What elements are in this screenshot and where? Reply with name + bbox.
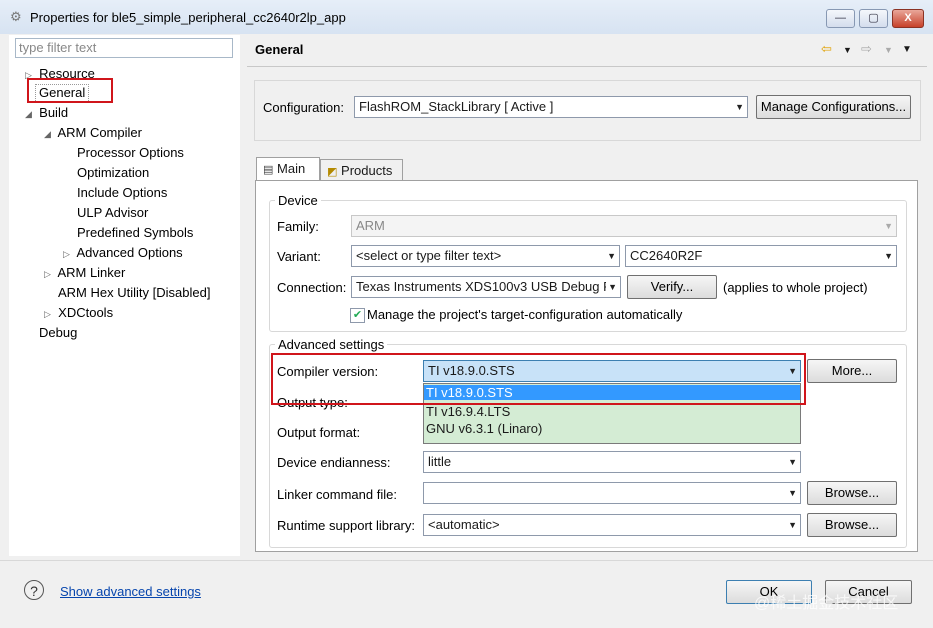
chevron-down-icon: ▼ [884,221,893,231]
endianness-label: Device endianness: [277,455,391,470]
runtime-library-value: <automatic> [428,517,500,532]
family-combo: ARM ▼ [351,215,897,237]
back-menu-icon[interactable]: ▼ [843,45,852,55]
tab-products[interactable]: ◩ Products [320,159,403,181]
tree-item-include-options[interactable]: Include Options [77,185,167,200]
endianness-combo[interactable]: little ▼ [423,451,801,473]
expand-arrow-icon[interactable]: ▷ [44,269,51,279]
configuration-label: Configuration: [263,100,344,115]
tree-item-build[interactable]: ◢ Build [25,105,68,120]
tree-item-debug[interactable]: Debug [39,325,77,340]
tree-label: ARM Linker [57,265,126,280]
tree-item-processor-options[interactable]: Processor Options [77,145,184,160]
tab-label: Products [341,163,393,178]
chevron-down-icon: ▼ [606,277,617,297]
configuration-combo[interactable]: FlashROM_StackLibrary [ Active ] ▼ [354,96,748,118]
manage-target-label: Manage the project's target-configuratio… [367,307,683,322]
help-icon[interactable]: ? [24,580,44,600]
configuration-value: FlashROM_StackLibrary [ Active ] [359,99,554,114]
chevron-down-icon: ▼ [735,102,744,112]
tree-label: Advanced Options [76,245,183,260]
expand-arrow-icon[interactable]: ▷ [63,249,70,259]
dropdown-option[interactable]: GNU v6.3.1 (Linaro) [426,421,542,436]
forward-menu-icon[interactable]: ▼ [884,45,893,55]
linker-command-label: Linker command file: [277,487,397,502]
endianness-value: little [428,454,452,469]
manage-target-checkbox[interactable]: ✔ [350,308,365,323]
minimize-button[interactable]: — [826,9,855,28]
close-button[interactable]: X [892,9,924,28]
app-icon: ⚙ [10,9,22,24]
show-advanced-settings-link[interactable]: Show advanced settings [60,584,201,599]
runtime-library-combo[interactable]: <automatic> ▼ [423,514,801,536]
family-value: ARM [356,218,385,233]
manage-configurations-button[interactable]: Manage Configurations... [756,95,911,119]
device-group-label: Device [275,193,321,208]
tree-item-ulp-advisor[interactable]: ULP Advisor [77,205,148,220]
verify-button[interactable]: Verify... [627,275,717,299]
browse-linker-button[interactable]: Browse... [807,481,897,505]
maximize-button[interactable]: ▢ [859,9,888,28]
connection-combo[interactable]: Texas Instruments XDS100v3 USB Debug P ▼ [351,276,621,298]
tree-item-xdctools[interactable]: ▷ XDCtools [44,305,113,320]
variant-value: CC2640R2F [630,248,703,263]
variant-filter-combo[interactable]: <select or type filter text> ▼ [351,245,620,267]
variant-combo[interactable]: CC2640R2F ▼ [625,245,897,267]
chevron-down-icon: ▼ [788,488,797,498]
connection-label: Connection: [277,280,347,295]
window-title: Properties for ble5_simple_peripheral_cc… [30,10,346,25]
tree-item-optimization[interactable]: Optimization [77,165,149,180]
tree-label: XDCtools [58,305,114,320]
back-arrow-icon[interactable]: ⇦ [821,41,832,57]
linker-command-combo[interactable]: ▼ [423,482,801,504]
variant-label: Variant: [277,249,321,264]
expand-arrow-icon[interactable]: ▷ [44,309,51,319]
applies-note: (applies to whole project) [723,280,868,295]
dropdown-option[interactable]: TI v16.9.4.LTS [426,404,510,419]
header-divider [247,66,927,67]
filter-input[interactable]: type filter text [15,38,233,58]
tree-item-arm-hex-utility[interactable]: ARM Hex Utility [Disabled] [58,285,210,300]
forward-arrow-icon[interactable]: ⇨ [861,41,872,57]
tree-item-arm-compiler[interactable]: ◢ ARM Compiler [44,125,142,140]
chevron-down-icon: ▼ [884,251,893,261]
chevron-down-icon: ▼ [788,520,797,530]
more-button[interactable]: More... [807,359,897,383]
highlight-box-general [27,78,113,103]
page-title: General [255,42,304,57]
chevron-down-icon: ▼ [788,457,797,467]
runtime-library-label: Runtime support library: [277,518,415,533]
tab-label: Main [277,161,306,176]
highlight-box-compiler [271,353,806,405]
chevron-down-icon: ▼ [607,251,616,261]
collapse-arrow-icon[interactable]: ◢ [44,129,51,139]
main-tab-icon: ▤ [263,164,274,176]
tree-item-arm-linker[interactable]: ▷ ARM Linker [44,265,125,280]
collapse-arrow-icon[interactable]: ◢ [25,109,32,119]
connection-value: Texas Instruments XDS100v3 USB Debug P [356,279,612,294]
tab-main[interactable]: ▤ Main [256,157,320,181]
view-menu-icon[interactable]: ▼ [902,44,912,55]
tree-item-advanced-options[interactable]: ▷ Advanced Options [63,245,183,260]
browse-runtime-button[interactable]: Browse... [807,513,897,537]
tree-label: ARM Compiler [57,125,142,140]
footer-divider [0,560,933,561]
tree-item-predefined-symbols[interactable]: Predefined Symbols [77,225,193,240]
tree-label: Build [39,105,69,120]
family-label: Family: [277,219,319,234]
watermark: @稀土掘金技术社区 [754,595,899,612]
advanced-group-label: Advanced settings [275,337,388,352]
output-format-label: Output format: [277,425,361,440]
variant-filter-text: <select or type filter text> [356,248,502,263]
products-tab-icon: ◩ [327,166,338,178]
